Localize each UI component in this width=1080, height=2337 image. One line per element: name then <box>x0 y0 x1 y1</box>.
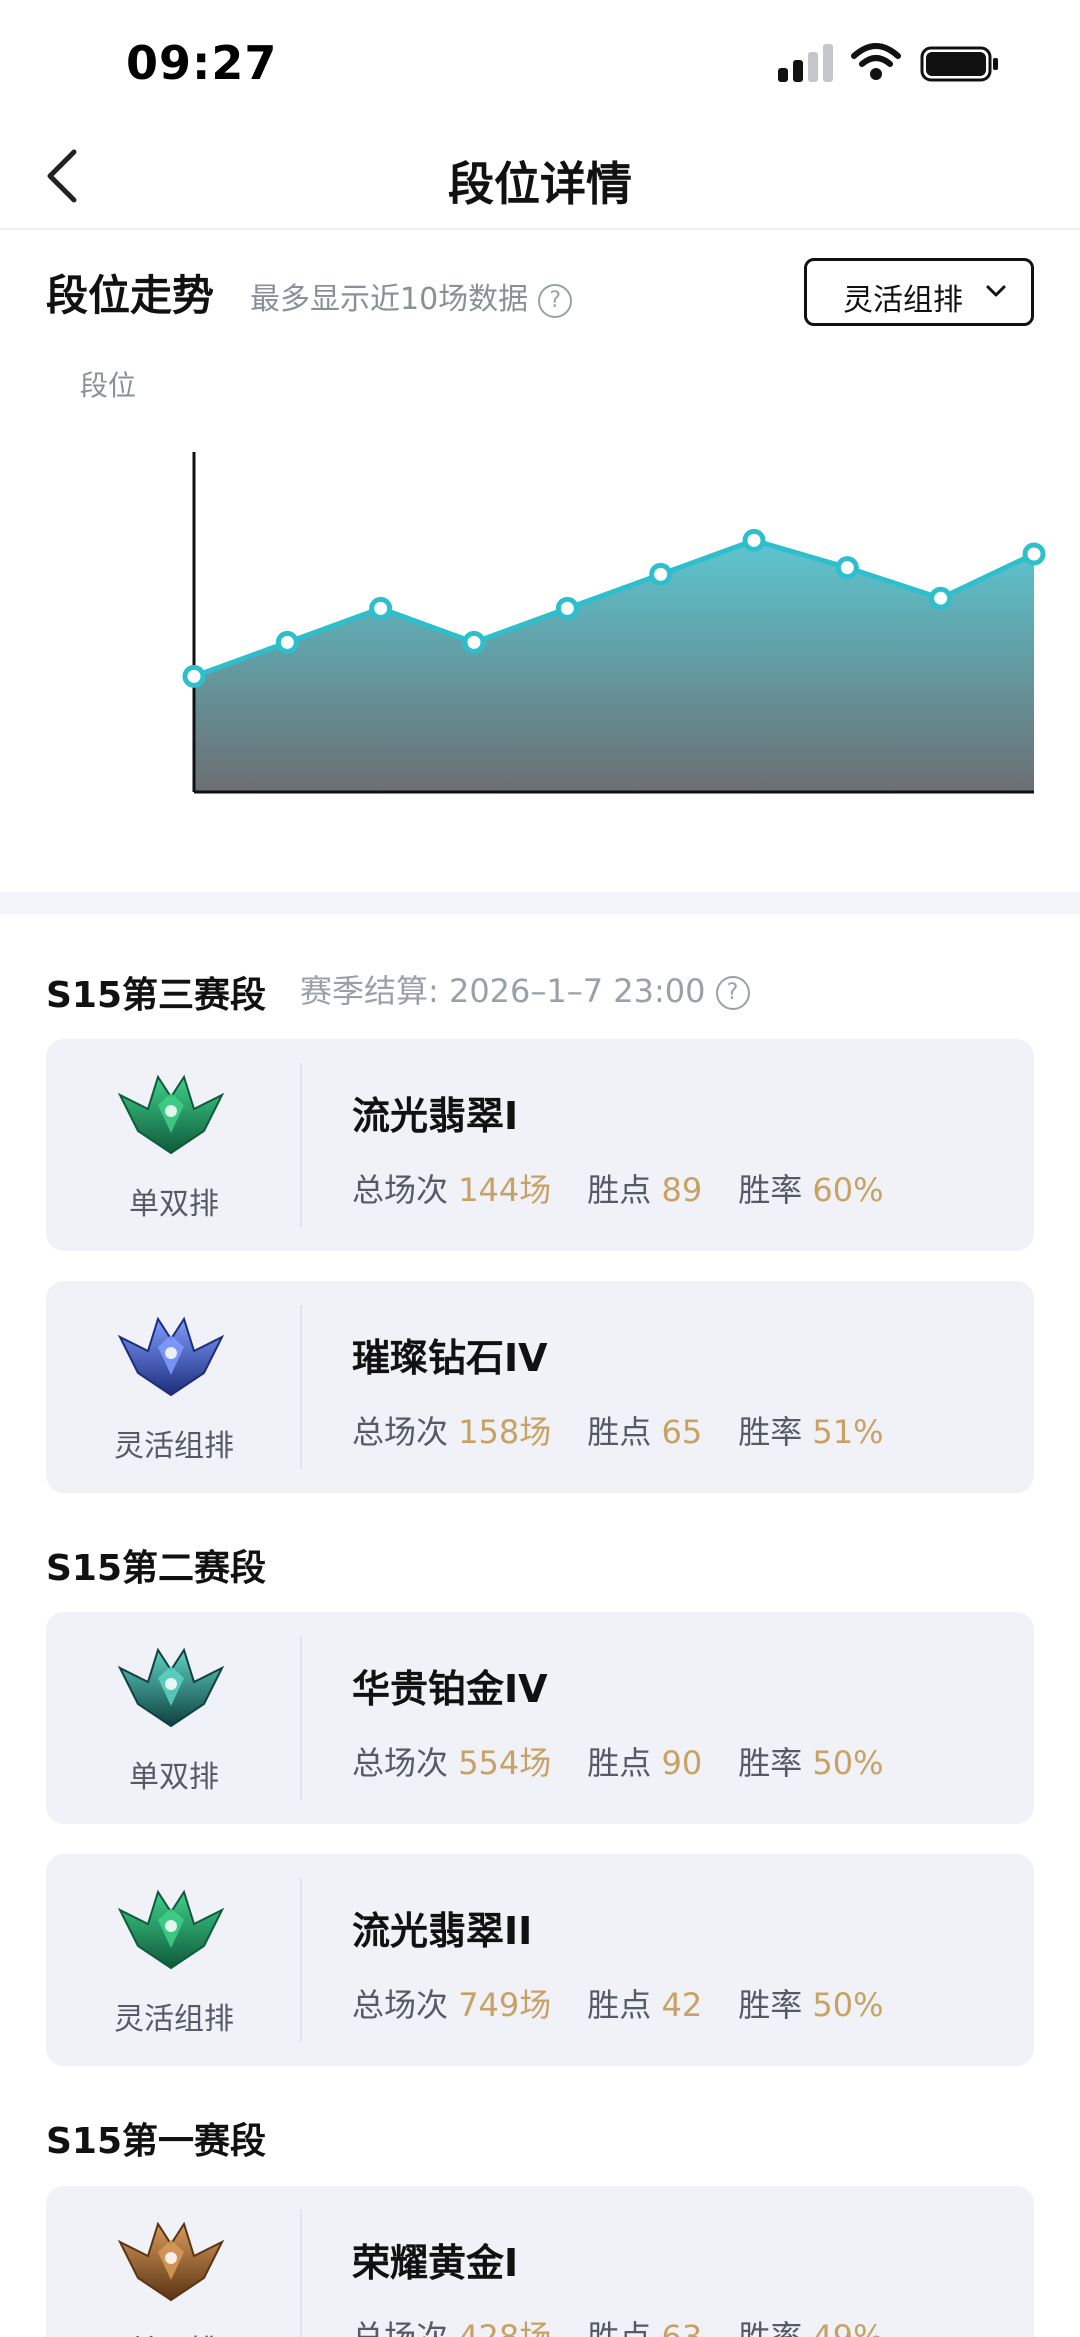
trend-title: 段位走势 <box>46 271 215 320</box>
nav-bar: 段位详情 <box>0 130 1080 230</box>
league-points-label: 胜点 <box>587 1744 652 1782</box>
queue-mode-label: 灵活组排 <box>114 1429 234 1464</box>
win-rate-value: 60% <box>812 1171 884 1209</box>
chart-data-point <box>929 586 953 610</box>
queue-mode-label: 单双排 <box>46 2326 302 2337</box>
diamond-rank-emblem-icon <box>118 1316 224 1397</box>
emerald-rank-emblem-icon <box>118 1889 224 1970</box>
rank-trend-chart <box>182 452 1046 794</box>
rank-stats: 总场次 749场 胜点 42 胜率 50% <box>352 1980 884 2026</box>
help-icon[interactable]: ? <box>538 283 573 318</box>
wifi-icon <box>851 43 901 80</box>
win-rate-value: 50% <box>812 1744 884 1782</box>
win-rate-label: 胜率 <box>738 1171 803 1209</box>
rank-name: 流光翡翠I <box>352 1094 519 1138</box>
league-points-value: 42 <box>661 1986 703 2024</box>
league-points-value: 90 <box>661 1744 703 1782</box>
trend-subtitle: 最多显示近10场数据 <box>250 282 529 317</box>
total-games-label: 总场次 <box>352 1986 449 2024</box>
section-divider <box>0 892 1080 914</box>
rank-card[interactable]: 灵活组排 璀璨钻石IV 总场次 158场 胜点 65 胜率 51% <box>46 1281 1034 1493</box>
queue-mode-label: 单双排 <box>129 1760 219 1795</box>
chart-area-fill <box>194 540 1034 792</box>
season-settlement-row: 赛季结算: 2026–1–7 23:00? <box>300 966 750 1012</box>
page-title: 段位详情 <box>448 157 632 211</box>
chart-data-point <box>369 596 393 620</box>
total-games-value: 749场 <box>458 1986 552 2024</box>
rank-stats: 总场次 158场 胜点 65 胜率 51% <box>352 1407 884 1453</box>
rank-card[interactable]: 单双排 流光翡翠I 总场次 144场 胜点 89 胜率 60% <box>46 1039 1034 1251</box>
total-games-value: 428场 <box>458 2318 552 2337</box>
status-bar: 09:27 <box>0 0 1080 130</box>
total-games-label: 总场次 <box>352 1171 449 1209</box>
y-axis-label: 段位 <box>80 369 137 402</box>
rank-name: 流光翡翠II <box>352 1909 533 1953</box>
chart-data-point <box>275 630 299 654</box>
total-games-label: 总场次 <box>352 2318 449 2337</box>
league-points-label: 胜点 <box>587 1171 652 1209</box>
total-games-value: 554场 <box>458 1744 552 1782</box>
cellular-signal-icon <box>778 44 834 82</box>
rank-stats: 总场次 144场 胜点 89 胜率 60% <box>352 1165 884 1211</box>
trend-header: 段位走势 最多显示近10场数据? 灵活组排 <box>46 258 1046 328</box>
league-points-value: 65 <box>661 1413 703 1451</box>
league-points-value: 63 <box>661 2318 703 2337</box>
card-divider <box>300 1063 302 1227</box>
win-rate-label: 胜率 <box>738 2318 803 2337</box>
rank-stats: 总场次 428场 胜点 63 胜率 49% <box>352 2312 884 2337</box>
rank-card[interactable]: 单双排 荣耀黄金I 总场次 428场 胜点 63 胜率 49% <box>46 2186 1034 2337</box>
platinum-rank-emblem-icon <box>118 1647 224 1728</box>
total-games-value: 158场 <box>458 1413 552 1451</box>
win-rate-value: 51% <box>812 1413 884 1451</box>
emerald-rank-emblem-icon <box>118 1074 224 1155</box>
win-rate-value: 50% <box>812 1986 884 2024</box>
win-rate-value: 49% <box>812 2318 884 2337</box>
card-divider <box>300 1878 302 2042</box>
rank-name: 荣耀黄金I <box>352 2241 519 2285</box>
queue-mode-label: 灵活组排 <box>114 2002 234 2037</box>
league-points-label: 胜点 <box>587 2318 652 2337</box>
rank-card[interactable]: 单双排 华贵铂金IV 总场次 554场 胜点 90 胜率 50% <box>46 1612 1034 1824</box>
queue-mode-label: 单双排 <box>129 1187 219 1222</box>
chevron-down-icon <box>986 285 1006 297</box>
trend-subtitle-row: 最多显示近10场数据? <box>250 274 573 318</box>
chart-data-point <box>649 562 673 586</box>
total-games-label: 总场次 <box>352 1744 449 1782</box>
season-heading: S15第二赛段 <box>46 1548 267 1589</box>
season-settlement-note: 赛季结算: 2026–1–7 23:00 <box>300 972 706 1010</box>
total-games-label: 总场次 <box>352 1413 449 1451</box>
season-heading: S15第一赛段 <box>46 2121 267 2162</box>
league-points-value: 89 <box>661 1171 703 1209</box>
win-rate-label: 胜率 <box>738 1744 803 1782</box>
win-rate-label: 胜率 <box>738 1986 803 2024</box>
rank-card[interactable]: 灵活组排 流光翡翠II 总场次 749场 胜点 42 胜率 50% <box>46 1854 1034 2066</box>
chart-data-point <box>555 596 579 620</box>
mode-dropdown[interactable]: 灵活组排 <box>804 258 1034 326</box>
chart-data-point <box>182 664 206 688</box>
league-points-label: 胜点 <box>587 1413 652 1451</box>
help-icon[interactable]: ? <box>715 976 750 1010</box>
chart-data-point <box>742 528 766 552</box>
chart-data-point <box>835 556 859 580</box>
win-rate-label: 胜率 <box>738 1413 803 1451</box>
rank-stats: 总场次 554场 胜点 90 胜率 50% <box>352 1738 884 1784</box>
season-heading: S15第三赛段 <box>46 975 267 1016</box>
card-divider <box>300 1636 302 1800</box>
status-time: 09:27 <box>126 36 278 90</box>
card-divider <box>300 1305 302 1469</box>
mode-dropdown-value: 灵活组排 <box>843 283 963 318</box>
battery-icon <box>920 46 998 82</box>
chart-data-point <box>1022 542 1046 566</box>
total-games-value: 144场 <box>458 1171 552 1209</box>
league-points-label: 胜点 <box>587 1986 652 2024</box>
rank-name: 华贵铂金IV <box>352 1667 548 1711</box>
card-divider <box>300 2210 302 2337</box>
gold-rank-emblem-icon <box>118 2221 224 2302</box>
rank-name: 璀璨钻石IV <box>352 1336 548 1380</box>
chart-data-point <box>462 630 486 654</box>
